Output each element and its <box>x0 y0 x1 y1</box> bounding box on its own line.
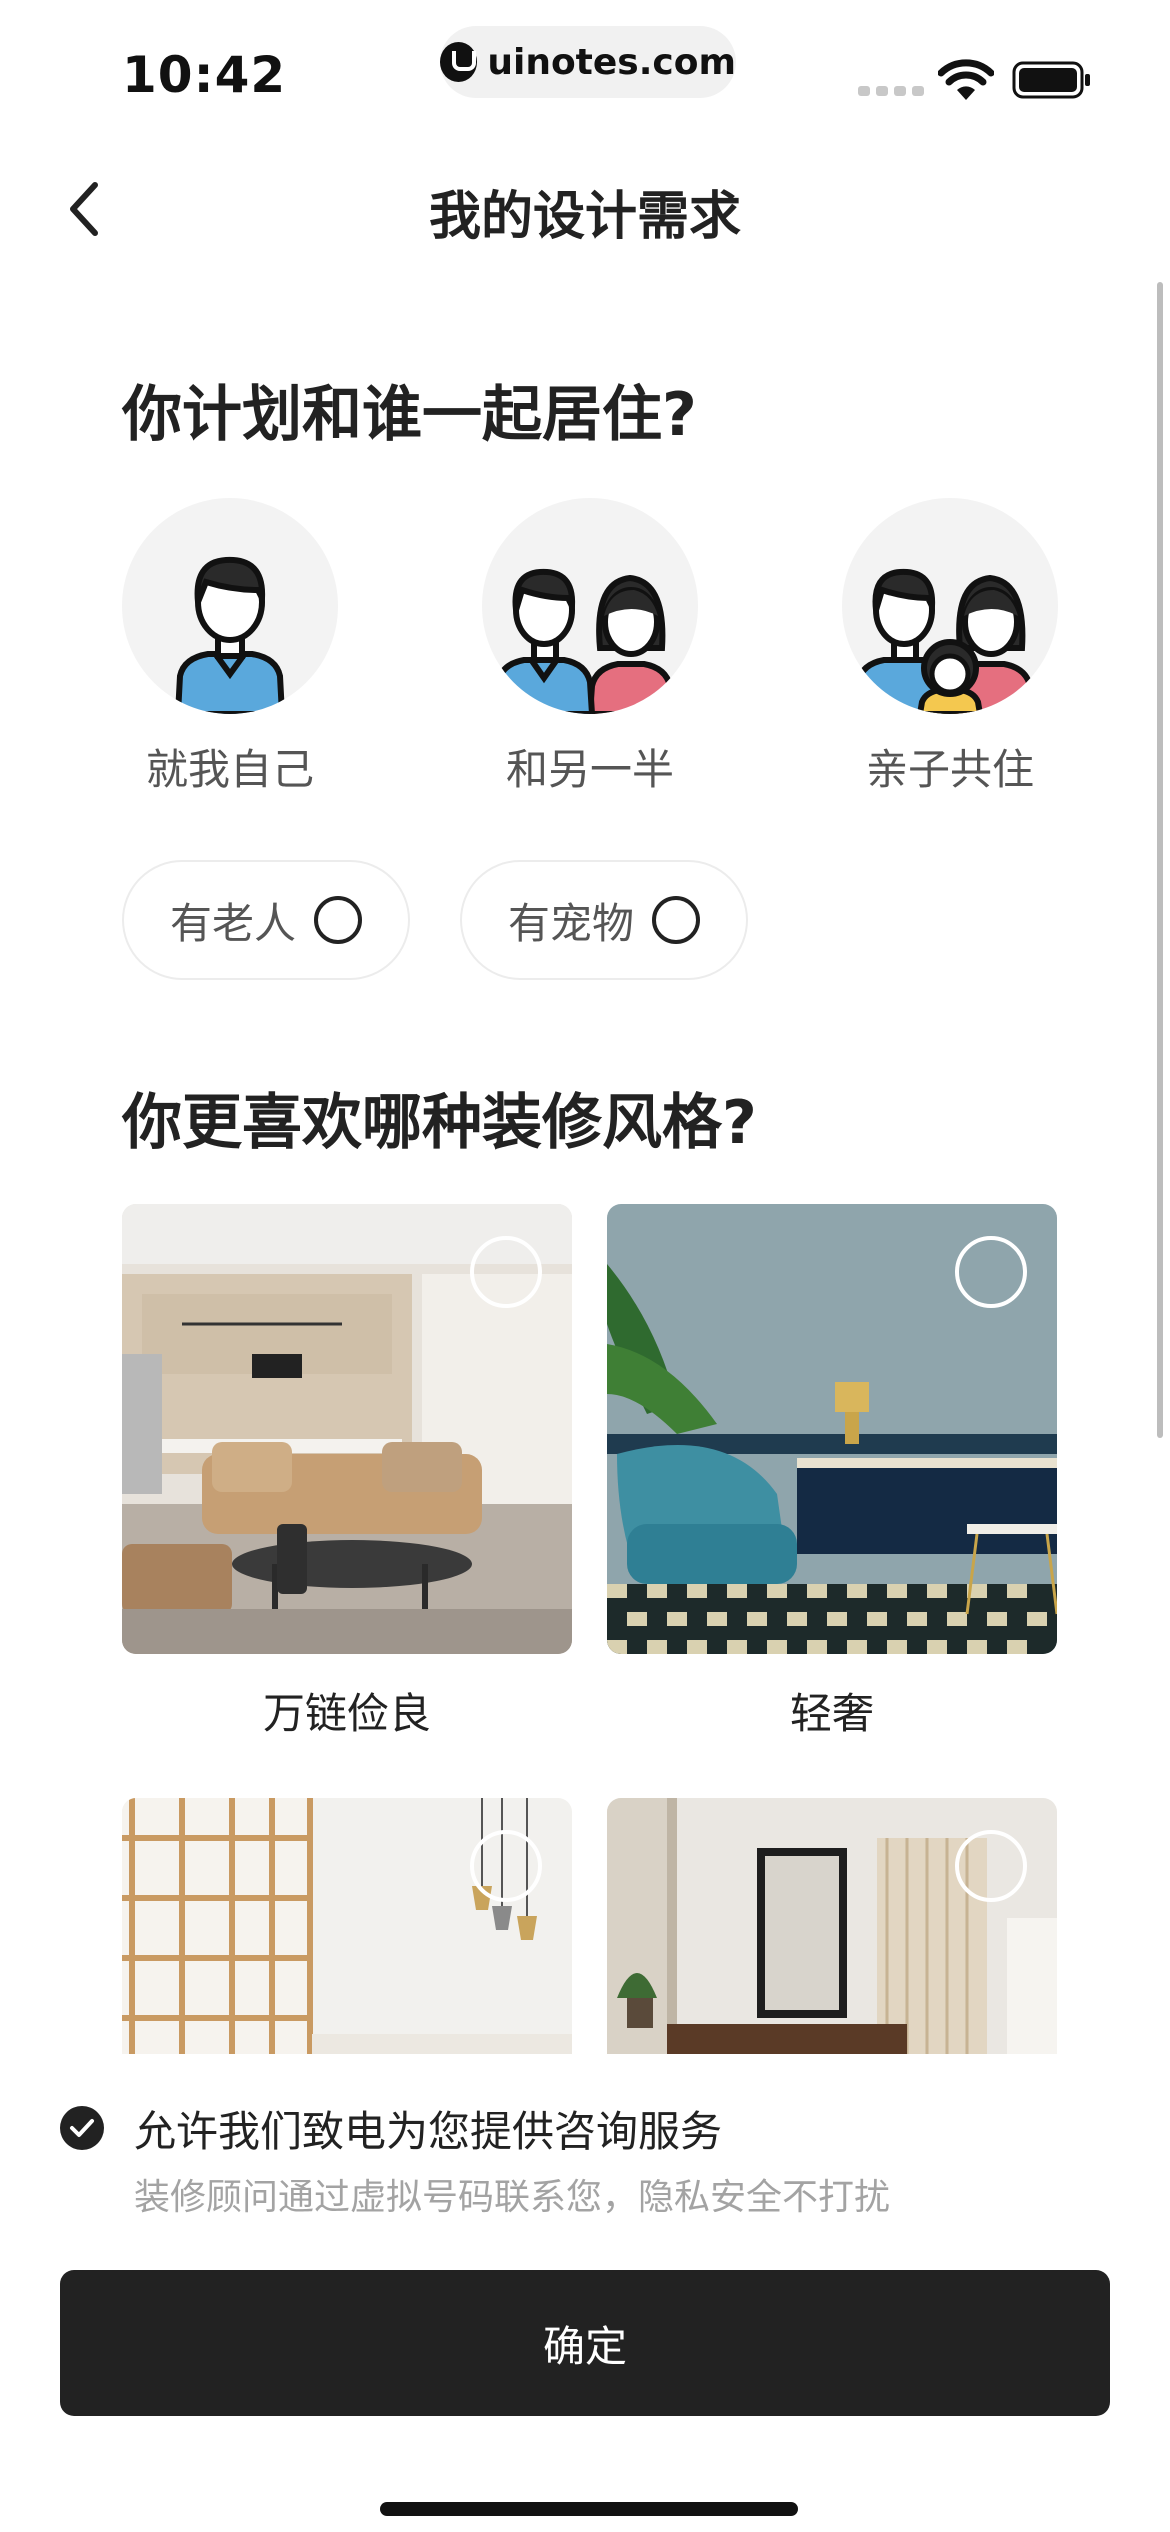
radio-icon <box>314 896 362 944</box>
style-question: 你更喜欢哪种装修风格? <box>122 1088 757 1158</box>
battery-icon <box>1012 61 1090 99</box>
status-bar: 10:42 uinotes.com <box>0 0 1170 140</box>
radio-icon <box>470 1830 542 1902</box>
chip-pets[interactable]: 有宠物 <box>460 860 748 980</box>
family-icon <box>842 498 1058 714</box>
scroll-indicator[interactable] <box>1157 282 1163 1438</box>
radio-icon <box>652 896 700 944</box>
radio-icon <box>955 1236 1027 1308</box>
style-label: 万链俭良 <box>262 1689 431 1738</box>
chip-label: 有老人 <box>169 898 296 948</box>
resident-option-partner[interactable]: 和另一半 <box>482 498 698 797</box>
nav-bar: 我的设计需求 <box>0 150 1170 270</box>
url-pill[interactable]: uinotes.com <box>440 26 736 98</box>
consent-text: 允许我们致电为您提供咨询服务 <box>134 2107 723 2156</box>
cellular-signal-icon <box>858 86 924 96</box>
bottom-panel: 允许我们致电为您提供咨询服务 装修顾问通过虚拟号码联系您，隐私安全不打扰 确定 <box>0 2054 1170 2532</box>
style-image <box>122 1798 572 2054</box>
page-title: 我的设计需求 <box>428 187 741 247</box>
consent-subtext: 装修顾问通过虚拟号码联系您，隐私安全不打扰 <box>134 2177 891 2218</box>
checkmark-icon <box>70 2119 94 2137</box>
style-image <box>607 1204 1057 1654</box>
style-image <box>607 1798 1057 2054</box>
status-time: 10:42 <box>122 46 287 104</box>
chip-label: 有宠物 <box>507 898 634 948</box>
resident-label: 就我自己 <box>145 745 314 794</box>
radio-icon <box>470 1236 542 1308</box>
url-text: uinotes.com <box>487 41 736 83</box>
style-card-light-luxury[interactable]: 轻奢 <box>607 1204 1057 1741</box>
style-card-modern[interactable]: 万链俭良 <box>122 1204 572 1741</box>
radio-icon <box>955 1830 1027 1902</box>
couple-icon <box>482 498 698 714</box>
consent-checkbox[interactable] <box>60 2106 104 2150</box>
resident-option-family[interactable]: 亲子共住 <box>842 498 1058 797</box>
residents-question: 你计划和谁一起居住? <box>122 380 697 450</box>
style-card-3[interactable] <box>122 1798 572 2080</box>
resident-label: 和另一半 <box>505 745 674 794</box>
resident-option-self[interactable]: 就我自己 <box>122 498 338 797</box>
chip-elderly[interactable]: 有老人 <box>122 860 410 980</box>
style-image <box>122 1204 572 1654</box>
wifi-icon <box>938 59 994 100</box>
resident-label: 亲子共住 <box>865 745 1034 794</box>
style-label: 轻奢 <box>789 1689 874 1738</box>
site-logo-icon <box>440 42 478 82</box>
style-card-4[interactable] <box>607 1798 1057 2080</box>
confirm-button[interactable]: 确定 <box>60 2270 1110 2416</box>
single-person-icon <box>122 498 338 714</box>
home-indicator[interactable] <box>380 2502 798 2516</box>
